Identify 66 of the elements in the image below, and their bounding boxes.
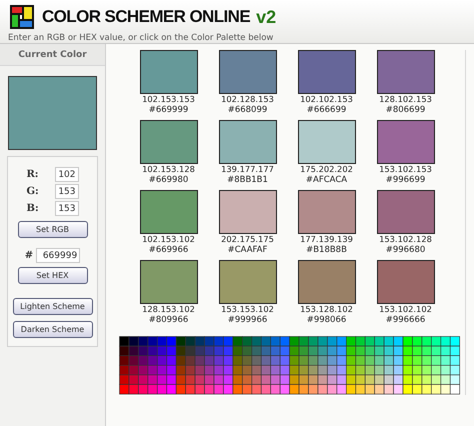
darken-scheme-button[interactable]: Darken Scheme	[12, 321, 92, 338]
hex-value: #809966	[148, 315, 188, 326]
rgb-value: 102.153.128	[142, 164, 195, 175]
version-label: v2	[256, 6, 276, 28]
color-swatch[interactable]	[140, 190, 198, 234]
hex-value: #666699	[306, 105, 346, 116]
rgb-value: 102.128.153	[221, 94, 274, 105]
channel-input[interactable]: 153	[54, 184, 78, 199]
color-swatch[interactable]	[218, 260, 276, 304]
hex-value: #668099	[228, 105, 268, 116]
hex-value: #999966	[228, 315, 268, 326]
hex-value: #669980	[148, 175, 188, 186]
hex-value: #996699	[386, 175, 426, 186]
rgb-value: 102.153.153	[142, 94, 195, 105]
app-title: COLOR SCHEMER ONLINE	[42, 7, 250, 27]
color-swatch[interactable]	[298, 50, 356, 94]
color-palette[interactable]	[119, 336, 461, 395]
color-swatch[interactable]	[140, 50, 198, 94]
panel-heading: Current Color	[0, 44, 105, 66]
hex-value: #8BB1B1	[227, 175, 268, 186]
rgb-value: 102.153.102	[142, 234, 195, 245]
color-swatch[interactable]	[298, 260, 356, 304]
hex-value: #806699	[386, 105, 426, 116]
color-swatch[interactable]	[376, 190, 434, 234]
logo-icon	[10, 5, 34, 29]
channel-label: R:	[26, 169, 40, 180]
rgb-value: 102.102.153	[300, 94, 353, 105]
rgb-value: 153.128.102	[300, 304, 353, 315]
hex-value: #996680	[386, 245, 426, 256]
rgb-value: 175.202.202	[300, 164, 353, 175]
rgb-value: 128.102.153	[379, 94, 432, 105]
hash-label: #	[24, 250, 34, 261]
rgb-value: 139.177.177	[221, 164, 274, 175]
set-hex-button[interactable]: Set HEX	[18, 267, 88, 284]
rgb-value: 128.153.102	[142, 304, 195, 315]
set-rgb-button[interactable]: Set RGB	[18, 221, 88, 238]
color-swatch[interactable]	[218, 120, 276, 164]
hex-value: #669966	[148, 245, 188, 256]
channel-label: G:	[26, 186, 40, 197]
rgb-value: 153.102.128	[379, 234, 432, 245]
color-swatch[interactable]	[140, 120, 198, 164]
hex-value: #B18B8B	[306, 245, 347, 256]
color-swatch[interactable]	[298, 120, 356, 164]
color-swatch[interactable]	[376, 50, 434, 94]
hex-value: #CAAFAF	[228, 245, 268, 256]
color-swatch[interactable]	[140, 260, 198, 304]
rgb-value: 153.153.102	[221, 304, 274, 315]
color-swatch[interactable]	[298, 190, 356, 234]
rgb-value: 202.175.175	[221, 234, 274, 245]
color-swatch[interactable]	[376, 120, 434, 164]
hex-input[interactable]: 669999	[36, 248, 80, 263]
channel-input[interactable]: 153	[54, 201, 78, 216]
hex-value: #AFCACA	[306, 175, 348, 186]
channel-label: B:	[26, 203, 40, 214]
rgb-value: 153.102.153	[379, 164, 432, 175]
hex-value: #996666	[386, 315, 426, 326]
hex-value: #998066	[306, 315, 346, 326]
channel-input[interactable]: 102	[54, 167, 78, 182]
color-swatch[interactable]	[218, 50, 276, 94]
color-swatch[interactable]	[376, 260, 434, 304]
instructions-text: Enter an RGB or HEX value, or click on the Color Palette below	[8, 33, 274, 43]
hex-value: #669999	[148, 105, 188, 116]
lighten-scheme-button[interactable]: Lighten Scheme	[12, 298, 92, 315]
color-swatch[interactable]	[218, 190, 276, 234]
rgb-value: 153.102.102	[379, 304, 432, 315]
rgb-value: 177.139.139	[300, 234, 353, 245]
